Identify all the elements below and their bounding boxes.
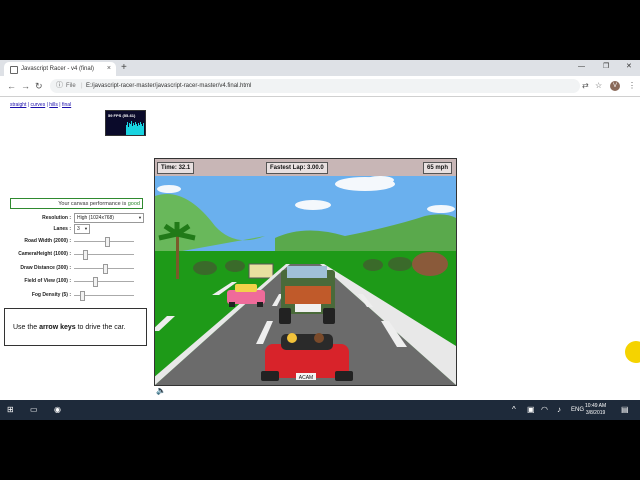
tab-strip: Javascript Racer - v4 (final) × + — ❐ ✕ bbox=[0, 60, 640, 76]
camera-height-slider[interactable] bbox=[82, 250, 88, 260]
resolution-label: Resolution : bbox=[42, 215, 71, 221]
lanes-row: Lanes : 3 ▼ bbox=[0, 224, 150, 234]
browser-tab[interactable]: Javascript Racer - v4 (final) × bbox=[4, 62, 116, 76]
link-straight[interactable]: straight bbox=[10, 102, 26, 108]
window-close-icon[interactable]: ✕ bbox=[626, 60, 632, 74]
forward-icon[interactable]: → bbox=[21, 79, 30, 93]
hud-time-value: 32.1 bbox=[178, 165, 191, 171]
address-bar[interactable]: ⓘ File | E:/javascript-racer-master/java… bbox=[50, 79, 580, 93]
perf-status: good bbox=[127, 201, 140, 207]
draw-distance-label: Draw Distance (300) : bbox=[20, 265, 71, 271]
minimize-icon[interactable]: — bbox=[578, 60, 585, 74]
resolution-value: High (1024x768) bbox=[77, 215, 114, 221]
maximize-icon[interactable]: ❐ bbox=[603, 60, 609, 74]
file-explorer-icon[interactable]: ▭ bbox=[30, 400, 38, 420]
address-toolbar: ← → ↻ ⓘ File | E:/javascript-racer-maste… bbox=[0, 76, 640, 97]
camera-height-row: CameraHeight (1000) : bbox=[0, 249, 150, 260]
road-width-track bbox=[74, 241, 134, 242]
version-links: straight | curves | hills | final bbox=[10, 102, 72, 108]
bookmark-star-icon[interactable]: ☆ bbox=[595, 79, 602, 93]
hud-time-label: Time: bbox=[161, 165, 177, 171]
lanes-label: Lanes : bbox=[53, 226, 71, 232]
link-hills[interactable]: hills bbox=[49, 102, 58, 108]
field-of-view-label: Field of View (100) : bbox=[24, 278, 71, 284]
tray-wifi-icon[interactable]: ◠ bbox=[541, 400, 548, 420]
tab-title: Javascript Racer - v4 (final) bbox=[21, 66, 95, 72]
fog-density-row: Fog Density (5) : bbox=[0, 290, 150, 301]
draw-distance-row: Draw Distance (300) : bbox=[0, 263, 150, 274]
draw-distance-slider[interactable] bbox=[102, 264, 108, 274]
url-scheme-label: File bbox=[66, 83, 76, 89]
field-of-view-row: Field of View (100) : bbox=[0, 276, 150, 287]
translate-icon[interactable]: ⇄ bbox=[582, 79, 589, 93]
hud-bar: Time: 32.1 Fastest Lap: 3.00.0 65 mph bbox=[155, 159, 456, 176]
url-text: E:/javascript-racer-master/javascript-ra… bbox=[86, 83, 252, 89]
url-separator: | bbox=[81, 83, 83, 89]
chrome-taskbar-icon[interactable]: ◉ bbox=[54, 400, 61, 420]
dropdown-arrow-icon: ▼ bbox=[138, 215, 142, 220]
new-tab-button[interactable]: + bbox=[121, 61, 127, 75]
windows-start-icon[interactable]: ⊞ bbox=[7, 400, 14, 420]
screen: Javascript Racer - v4 (final) × + — ❐ ✕ … bbox=[0, 60, 640, 420]
language-indicator[interactable]: ENG bbox=[571, 400, 584, 420]
dropdown-arrow-icon: ▼ bbox=[84, 226, 88, 231]
road-width-row: Road Width (2000) : bbox=[0, 236, 150, 247]
notifications-icon[interactable]: ▤ bbox=[621, 400, 629, 420]
road-width-label: Road Width (2000) : bbox=[24, 238, 71, 244]
tray-expand-icon[interactable]: ^ bbox=[512, 400, 516, 420]
cursor-highlight bbox=[625, 341, 640, 363]
hud-fastest-value: 3.00.0 bbox=[307, 165, 324, 171]
info-icon[interactable]: ⓘ bbox=[56, 79, 63, 93]
performance-indicator: Your canvas performance is good bbox=[10, 198, 143, 209]
back-icon[interactable]: ← bbox=[7, 79, 16, 93]
license-plate: ACAM bbox=[299, 375, 313, 381]
roadside-billboard bbox=[248, 263, 274, 279]
field-of-view-slider[interactable] bbox=[92, 277, 98, 287]
road-width-slider[interactable] bbox=[105, 237, 111, 247]
link-curves[interactable]: curves bbox=[30, 102, 45, 108]
lanes-select[interactable]: 3 ▼ bbox=[74, 224, 90, 234]
taskbar: ⊞ ▭ ◉ ^ ▣ ◠ ♪ ENG 10:49 AM 3/8/2019 ▤ bbox=[0, 400, 640, 420]
hud-fastest-label: Fastest Lap: bbox=[270, 165, 306, 171]
page-content: straight | curves | hills | final 59 FPS… bbox=[0, 97, 640, 400]
lanes-value: 3 bbox=[77, 226, 80, 232]
fog-density-label: Fog Density (5) : bbox=[31, 292, 71, 298]
field-of-view-track bbox=[74, 281, 134, 282]
instructions-box: Use the arrow keys to drive the car. bbox=[4, 308, 147, 346]
instructions-pre: Use the bbox=[13, 324, 40, 331]
menu-icon[interactable]: ⋮ bbox=[628, 79, 636, 93]
instructions-post: to drive the car. bbox=[75, 324, 126, 331]
profile-avatar[interactable]: V bbox=[610, 81, 620, 91]
fps-graph bbox=[126, 121, 144, 135]
resolution-select[interactable]: High (1024x768) ▼ bbox=[74, 213, 144, 223]
reload-icon[interactable]: ↻ bbox=[35, 79, 43, 93]
fog-density-slider[interactable] bbox=[79, 291, 85, 301]
sound-toggle-icon[interactable]: 🔈 bbox=[156, 386, 166, 395]
page-favicon-icon bbox=[10, 66, 18, 74]
hud-fastest-lap: Fastest Lap: 3.00.0 bbox=[266, 162, 328, 174]
camera-height-label: CameraHeight (1000) : bbox=[18, 251, 71, 257]
fps-meter: 59 FPS (55-61) bbox=[105, 110, 146, 136]
system-clock[interactable]: 10:49 AM 3/8/2019 bbox=[585, 403, 606, 417]
hud-speed: 65 mph bbox=[423, 162, 453, 174]
tray-network-icon[interactable]: ▣ bbox=[527, 400, 535, 420]
perf-text: Your canvas performance is bbox=[58, 201, 128, 207]
hud-time: Time: 32.1 bbox=[157, 162, 195, 174]
tray-volume-icon[interactable]: ♪ bbox=[557, 400, 561, 420]
tab-close-icon[interactable]: × bbox=[107, 62, 111, 76]
link-final[interactable]: final bbox=[62, 102, 71, 108]
race-scene: ACAM bbox=[155, 176, 456, 385]
clock-time: 10:49 AM bbox=[585, 403, 607, 409]
clock-date: 3/8/2019 bbox=[585, 410, 606, 416]
game-canvas[interactable]: Time: 32.1 Fastest Lap: 3.00.0 65 mph AC… bbox=[154, 158, 457, 386]
resolution-row: Resolution : High (1024x768) ▼ bbox=[0, 213, 150, 223]
instructions-keys: arrow keys bbox=[39, 324, 76, 331]
